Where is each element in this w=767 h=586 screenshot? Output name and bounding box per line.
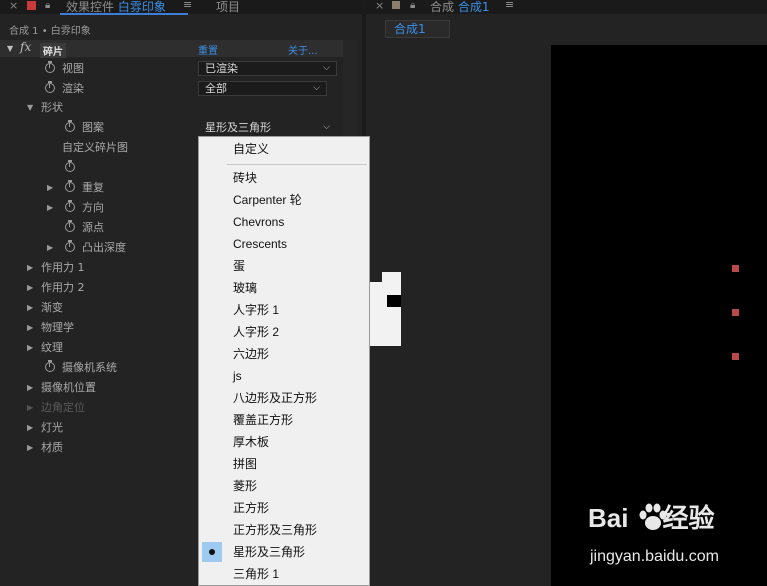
- pattern-dropdown-menu: 自定义 砖块 Carpenter 轮 Chevrons Crescents 蛋 …: [198, 136, 370, 586]
- view-select[interactable]: 已渲染 ⌵: [198, 61, 337, 76]
- property-group-shape[interactable]: ▼ 形状: [0, 98, 343, 118]
- transform-handle[interactable]: [732, 353, 739, 360]
- stopwatch-icon[interactable]: [65, 160, 75, 172]
- menu-item[interactable]: 厚木板: [199, 431, 369, 453]
- active-tab-indicator: [60, 13, 188, 15]
- stopwatch-icon[interactable]: [65, 180, 75, 192]
- collapsed-triangle-icon[interactable]: ▶: [27, 438, 33, 458]
- watermark-url: jingyan.baidu.com: [590, 548, 719, 565]
- stopwatch-icon[interactable]: [65, 220, 75, 232]
- property-label: 作用力 2: [41, 281, 85, 294]
- collapsed-triangle-icon[interactable]: ▶: [47, 238, 53, 258]
- collapsed-triangle-icon[interactable]: ▶: [27, 338, 33, 358]
- chevron-down-icon: ⌵: [323, 63, 330, 73]
- property-label: 摄像机系统: [62, 361, 117, 374]
- menu-item[interactable]: 蛋: [199, 255, 369, 277]
- menu-item-selected[interactable]: 星形及三角形: [199, 541, 369, 563]
- lock-icon[interactable]: 🔒︎: [45, 0, 50, 11]
- property-label: 渐变: [41, 301, 63, 314]
- close-panel-icon[interactable]: ×: [375, 0, 384, 12]
- left-tab-bar: × 🔒︎ 效果控件 白雰印象 ≡ 项目: [0, 0, 362, 15]
- property-label: 摄像机位置: [41, 381, 96, 394]
- menu-item[interactable]: 六边形: [199, 343, 369, 365]
- about-link[interactable]: 关于...: [288, 42, 318, 57]
- property-label: 源点: [82, 221, 104, 234]
- chevron-down-icon: ⌵: [313, 83, 320, 93]
- panel-menu-icon[interactable]: ≡: [183, 0, 192, 11]
- pattern-select[interactable]: 星形及三角形 ⌵: [198, 120, 337, 135]
- right-tab-bar: × 🔒︎ 合成 合成1 ≡: [366, 0, 767, 14]
- property-label: 凸出深度: [82, 241, 126, 254]
- menu-item[interactable]: 自定义: [199, 138, 369, 160]
- panel-menu-icon[interactable]: ≡: [505, 0, 514, 11]
- layer-shape-gap: [387, 295, 401, 307]
- stopwatch-icon[interactable]: [65, 120, 75, 132]
- stopwatch-icon[interactable]: [65, 200, 75, 212]
- tab-composition[interactable]: 合成 合成1: [430, 0, 489, 15]
- stopwatch-icon[interactable]: [45, 81, 55, 93]
- property-label: 形状: [41, 101, 63, 114]
- property-label: 作用力 1: [41, 261, 85, 274]
- property-label: 方向: [82, 201, 104, 214]
- effect-panel-color-icon: [27, 1, 36, 10]
- menu-item[interactable]: 三角形 1: [199, 563, 369, 585]
- paw-logo-icon: [639, 503, 667, 530]
- collapse-effect-icon[interactable]: ▼: [7, 44, 13, 53]
- collapsed-triangle-icon[interactable]: ▶: [47, 198, 53, 218]
- property-label: 图案: [82, 121, 104, 134]
- chevron-down-icon: ⌵: [323, 122, 330, 132]
- menu-item[interactable]: 人字形 1: [199, 299, 369, 321]
- lock-icon[interactable]: 🔒︎: [410, 0, 415, 11]
- layer-shape: [369, 282, 401, 346]
- collapsed-triangle-icon[interactable]: ▶: [27, 398, 33, 418]
- tab-project[interactable]: 项目: [216, 0, 240, 15]
- menu-separator: [227, 164, 367, 165]
- menu-item[interactable]: 玻璃: [199, 277, 369, 299]
- menu-item[interactable]: 八边形及正方形: [199, 387, 369, 409]
- breadcrumb: 合成 1 • 白雰印象: [9, 26, 91, 37]
- menu-item[interactable]: 拼图: [199, 453, 369, 475]
- collapsed-triangle-icon[interactable]: ▶: [27, 318, 33, 338]
- collapsed-triangle-icon[interactable]: ▶: [27, 258, 33, 278]
- menu-item[interactable]: js: [199, 365, 369, 387]
- menu-item[interactable]: 人字形 2: [199, 321, 369, 343]
- property-label: 重复: [82, 181, 104, 194]
- render-select[interactable]: 全部 ⌵: [198, 81, 327, 96]
- menu-item[interactable]: 菱形: [199, 475, 369, 497]
- collapsed-triangle-icon[interactable]: ▶: [27, 278, 33, 298]
- menu-item[interactable]: Carpenter 轮: [199, 189, 369, 211]
- transform-handle[interactable]: [732, 309, 739, 316]
- property-label: 自定义碎片图: [62, 141, 128, 154]
- composition-chip[interactable]: 合成1: [385, 20, 450, 38]
- menu-item[interactable]: Chevrons: [199, 211, 369, 233]
- menu-item[interactable]: Crescents: [199, 233, 369, 255]
- baidu-jingyan-watermark: Bai 经验 jingyan.baidu.com: [588, 498, 758, 578]
- menu-item[interactable]: 覆盖正方形: [199, 409, 369, 431]
- composition-color-icon: [392, 1, 400, 9]
- property-label: 灯光: [41, 421, 63, 434]
- effect-name: 碎片: [40, 43, 66, 58]
- property-label: 物理学: [41, 321, 74, 334]
- close-panel-icon[interactable]: ×: [9, 0, 18, 12]
- collapsed-triangle-icon[interactable]: ▶: [47, 178, 53, 198]
- property-label: 纹理: [41, 341, 63, 354]
- stopwatch-icon[interactable]: [45, 61, 55, 73]
- transform-handle[interactable]: [732, 265, 739, 272]
- collapsed-triangle-icon[interactable]: ▶: [27, 378, 33, 398]
- menu-item[interactable]: 正方形: [199, 497, 369, 519]
- menu-item[interactable]: 正方形及三角形: [199, 519, 369, 541]
- reset-link[interactable]: 重置: [198, 42, 218, 57]
- expanded-triangle-icon[interactable]: ▼: [27, 98, 33, 118]
- collapsed-triangle-icon[interactable]: ▶: [27, 418, 33, 438]
- property-label: 边角定位: [41, 401, 85, 414]
- property-label: 渲染: [62, 82, 84, 95]
- stopwatch-icon[interactable]: [45, 360, 55, 372]
- property-label: 视图: [62, 62, 84, 75]
- fx-toggle-icon[interactable]: fx: [20, 40, 31, 54]
- stopwatch-icon[interactable]: [65, 240, 75, 252]
- collapsed-triangle-icon[interactable]: ▶: [27, 298, 33, 318]
- property-label: 材质: [41, 441, 63, 454]
- menu-item[interactable]: 砖块: [199, 167, 369, 189]
